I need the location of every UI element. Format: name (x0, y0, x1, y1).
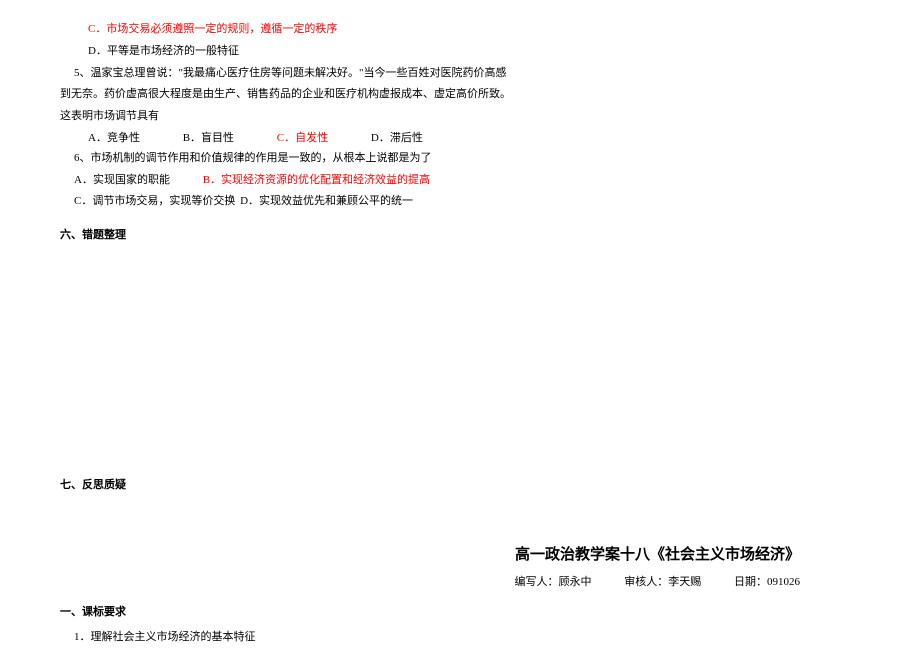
section-one-heading: 一、课标要求 (60, 603, 860, 623)
q6-option-a: A．实现国家的职能 (74, 174, 170, 186)
q4-option-c: C．市场交易必须遵照一定的规则，遵循一定的秩序 (60, 20, 860, 40)
lesson-title: 高一政治教学案十八《社会主义市场经济》 (60, 542, 800, 569)
q6-option-c: C．调节市场交易，实现等价交换 (74, 195, 235, 207)
q5-option-a: A．竞争性 (88, 129, 140, 149)
q5-option-c: C．自发性 (277, 129, 328, 149)
q5-text-line1: 5、温家宝总理曾说："我最痛心医疗住房等问题未解决好。"当今一些百姓对医院药价高… (60, 64, 860, 84)
section-seven-heading: 七、反思质疑 (60, 476, 860, 496)
author-name: 顾永中 (559, 576, 592, 588)
lesson-meta: 编写人：顾永中 审核人：李天赐 日期：091026 (60, 573, 800, 593)
reviewer-label: 审核人： (624, 576, 668, 588)
q6-option-b: B．实现经济资源的优化配置和经济效益的提高 (203, 174, 430, 186)
q5-text-line3: 这表明市场调节具有 (60, 107, 860, 127)
section-one-item1: 1．理解社会主义市场经济的基本特征 (60, 628, 860, 648)
q5-options: A．竞争性 B．盲目性 C．自发性 D．滞后性 (60, 129, 860, 149)
blank-space-2 (60, 502, 860, 532)
date-label: 日期： (734, 576, 767, 588)
q6-option-d: D．实现效益优先和兼顾公平的统一 (240, 195, 413, 207)
q6-options-cd: C．调节市场交易，实现等价交换 D．实现效益优先和兼顾公平的统一 (60, 192, 860, 212)
section-six-heading: 六、错题整理 (60, 226, 860, 246)
q5-option-b: B．盲目性 (183, 129, 234, 149)
reviewer-name: 李天赐 (668, 576, 701, 588)
q6-text: 6、市场机制的调节作用和价值规律的作用是一致的，从根本上说都是为了 (60, 149, 860, 169)
q4-option-d: D．平等是市场经济的一般特征 (60, 42, 860, 62)
date-value: 091026 (767, 576, 800, 588)
lesson-title-block: 高一政治教学案十八《社会主义市场经济》 编写人：顾永中 审核人：李天赐 日期：0… (60, 542, 860, 593)
q5-text-line2: 到无奈。药价虚高很大程度是由生产、销售药品的企业和医疗机构虚报成本、虚定高价所致… (60, 85, 860, 105)
q5-option-d: D．滞后性 (371, 129, 423, 149)
blank-space (60, 252, 860, 462)
author-label: 编写人： (515, 576, 559, 588)
q6-options-ab: A．实现国家的职能 B．实现经济资源的优化配置和经济效益的提高 (60, 171, 860, 191)
